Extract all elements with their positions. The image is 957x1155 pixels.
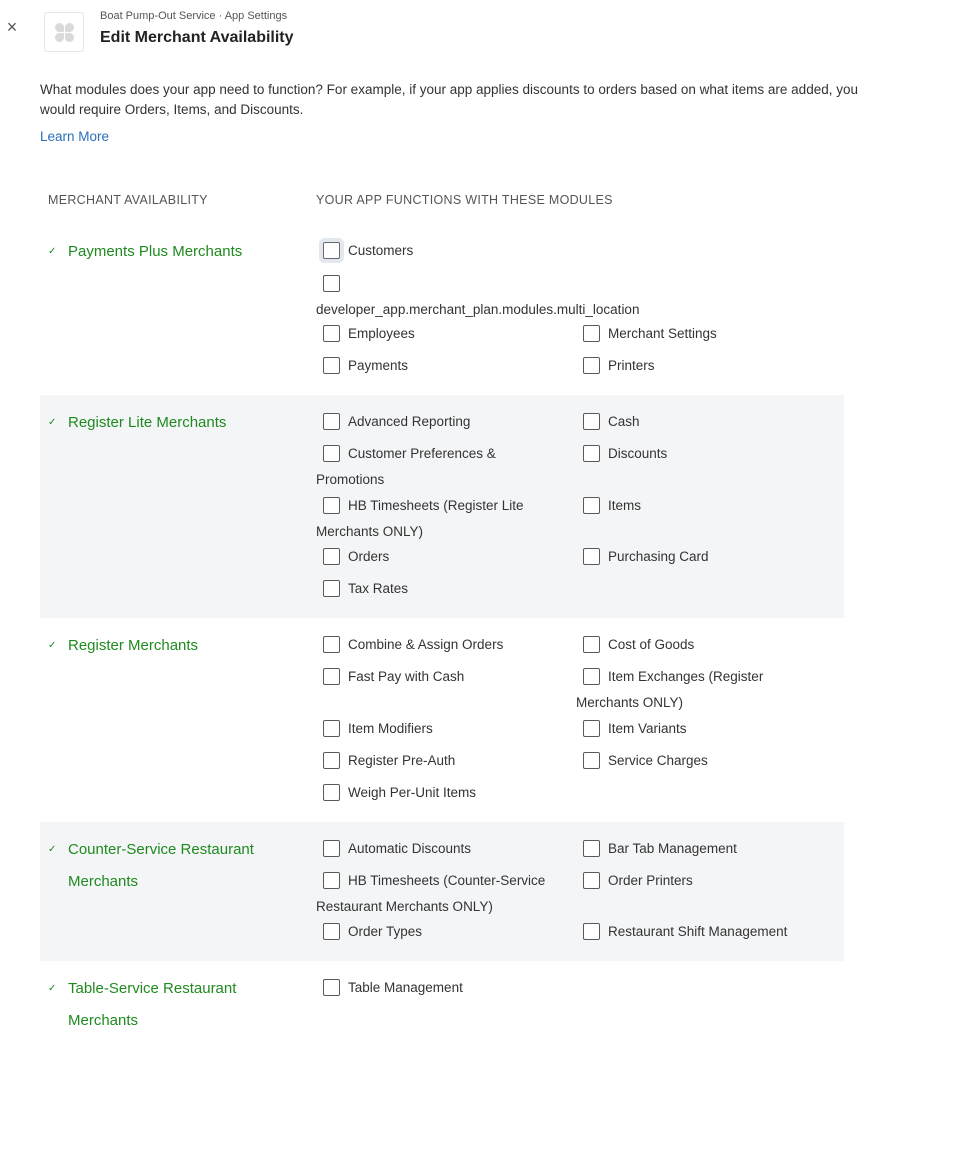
modules-header: YOUR APP FUNCTIONS WITH THESE MODULES: [316, 193, 613, 207]
module-multi-location[interactable]: developer_app.merchant_plan.modules.mult…: [316, 271, 716, 323]
module-order-types[interactable]: Order Types: [316, 919, 422, 945]
checkbox[interactable]: [323, 784, 340, 801]
checkbox[interactable]: [323, 357, 340, 374]
module-cost-of-goods[interactable]: Cost of Goods: [576, 632, 694, 658]
checkbox[interactable]: [583, 445, 600, 462]
checkbox[interactable]: [323, 720, 340, 737]
module-fast-pay-with-cash[interactable]: Fast Pay with Cash: [316, 664, 464, 690]
merchant-availability-header: MERCHANT AVAILABILITY: [48, 193, 208, 207]
check-icon: ✓: [48, 640, 57, 651]
module-discounts[interactable]: Discounts: [576, 441, 667, 467]
module-payments[interactable]: Payments: [316, 353, 408, 379]
page-title: Edit Merchant Availability: [100, 29, 294, 46]
checkbox[interactable]: [583, 872, 600, 889]
learn-more-link[interactable]: Learn More: [40, 129, 109, 144]
section-title: Payments Plus Merchants: [68, 243, 243, 260]
checkbox[interactable]: [583, 752, 600, 769]
module-employees[interactable]: Employees: [316, 321, 415, 347]
checkbox[interactable]: [323, 445, 340, 462]
close-icon[interactable]: ×: [2, 16, 22, 38]
checkbox[interactable]: [583, 840, 600, 857]
checkbox[interactable]: [323, 413, 340, 430]
checkbox[interactable]: [323, 275, 340, 292]
checkbox[interactable]: [323, 548, 340, 565]
checkbox[interactable]: [323, 872, 340, 889]
section-counter-service: ✓ Counter-Service Restaurant Merchants A…: [40, 822, 844, 961]
intro-text: What modules does your app need to funct…: [40, 82, 858, 117]
module-tax-rates[interactable]: Tax Rates: [316, 576, 408, 602]
checkbox[interactable]: [583, 923, 600, 940]
checkbox[interactable]: [323, 497, 340, 514]
module-items[interactable]: Items: [576, 493, 641, 519]
module-item-exchanges[interactable]: Item Exchanges (Register Merchants ONLY): [576, 664, 812, 716]
checkbox[interactable]: [323, 752, 340, 769]
section-title: Counter-Service Restaurant Merchants: [68, 841, 254, 890]
app-logo-icon: [44, 12, 84, 52]
checkbox[interactable]: [583, 497, 600, 514]
module-merchant-settings[interactable]: Merchant Settings: [576, 321, 717, 347]
checkbox[interactable]: [323, 840, 340, 857]
module-customer-preferences[interactable]: Customer Preferences & Promotions: [316, 441, 552, 493]
module-hb-timesheets-counter-service[interactable]: HB Timesheets (Counter-Service Restauran…: [316, 868, 566, 920]
module-combine-assign-orders[interactable]: Combine & Assign Orders: [316, 632, 503, 658]
module-automatic-discounts[interactable]: Automatic Discounts: [316, 836, 471, 862]
checkbox[interactable]: [583, 720, 600, 737]
section-title: Register Lite Merchants: [68, 414, 227, 431]
module-item-modifiers[interactable]: Item Modifiers: [316, 716, 433, 742]
section-register: ✓ Register Merchants Combine & Assign Or…: [40, 618, 844, 822]
check-icon: ✓: [48, 246, 57, 257]
module-register-pre-auth[interactable]: Register Pre-Auth: [316, 748, 455, 774]
checkbox[interactable]: [323, 325, 340, 342]
checkbox[interactable]: [323, 242, 340, 259]
checkbox[interactable]: [323, 668, 340, 685]
module-orders[interactable]: Orders: [316, 544, 389, 570]
checkbox[interactable]: [323, 636, 340, 653]
section-payments-plus: ✓ Payments Plus Merchants Customers deve…: [40, 236, 844, 395]
checkbox[interactable]: [323, 979, 340, 996]
check-icon: ✓: [48, 983, 57, 994]
module-printers[interactable]: Printers: [576, 353, 655, 379]
module-bar-tab-management[interactable]: Bar Tab Management: [576, 836, 737, 862]
module-table-management[interactable]: Table Management: [316, 975, 463, 1001]
breadcrumb: Boat Pump-Out Service · App Settings: [100, 10, 288, 22]
module-restaurant-shift-management[interactable]: Restaurant Shift Management: [576, 919, 787, 945]
checkbox[interactable]: [323, 580, 340, 597]
module-service-charges[interactable]: Service Charges: [576, 748, 708, 774]
section-title: Table-Service Restaurant Merchants: [68, 980, 237, 1029]
check-icon: ✓: [48, 417, 57, 428]
module-weigh-per-unit-items[interactable]: Weigh Per-Unit Items: [316, 780, 476, 806]
checkbox[interactable]: [583, 357, 600, 374]
checkbox[interactable]: [583, 636, 600, 653]
checkbox[interactable]: [583, 548, 600, 565]
module-purchasing-card[interactable]: Purchasing Card: [576, 544, 709, 570]
checkbox[interactable]: [583, 668, 600, 685]
section-table-service: ✓ Table-Service Restaurant Merchants Tab…: [40, 961, 844, 1061]
module-item-variants[interactable]: Item Variants: [576, 716, 687, 742]
module-order-printers[interactable]: Order Printers: [576, 868, 693, 894]
check-icon: ✓: [48, 844, 57, 855]
section-title: Register Merchants: [68, 637, 199, 654]
checkbox[interactable]: [323, 923, 340, 940]
module-advanced-reporting[interactable]: Advanced Reporting: [316, 409, 470, 435]
module-customers[interactable]: Customers: [316, 238, 413, 264]
module-cash[interactable]: Cash: [576, 409, 640, 435]
module-hb-timesheets-register-lite[interactable]: HB Timesheets (Register Lite Merchants O…: [316, 493, 552, 545]
checkbox[interactable]: [583, 413, 600, 430]
section-register-lite: ✓ Register Lite Merchants Advanced Repor…: [40, 395, 844, 618]
checkbox[interactable]: [583, 325, 600, 342]
